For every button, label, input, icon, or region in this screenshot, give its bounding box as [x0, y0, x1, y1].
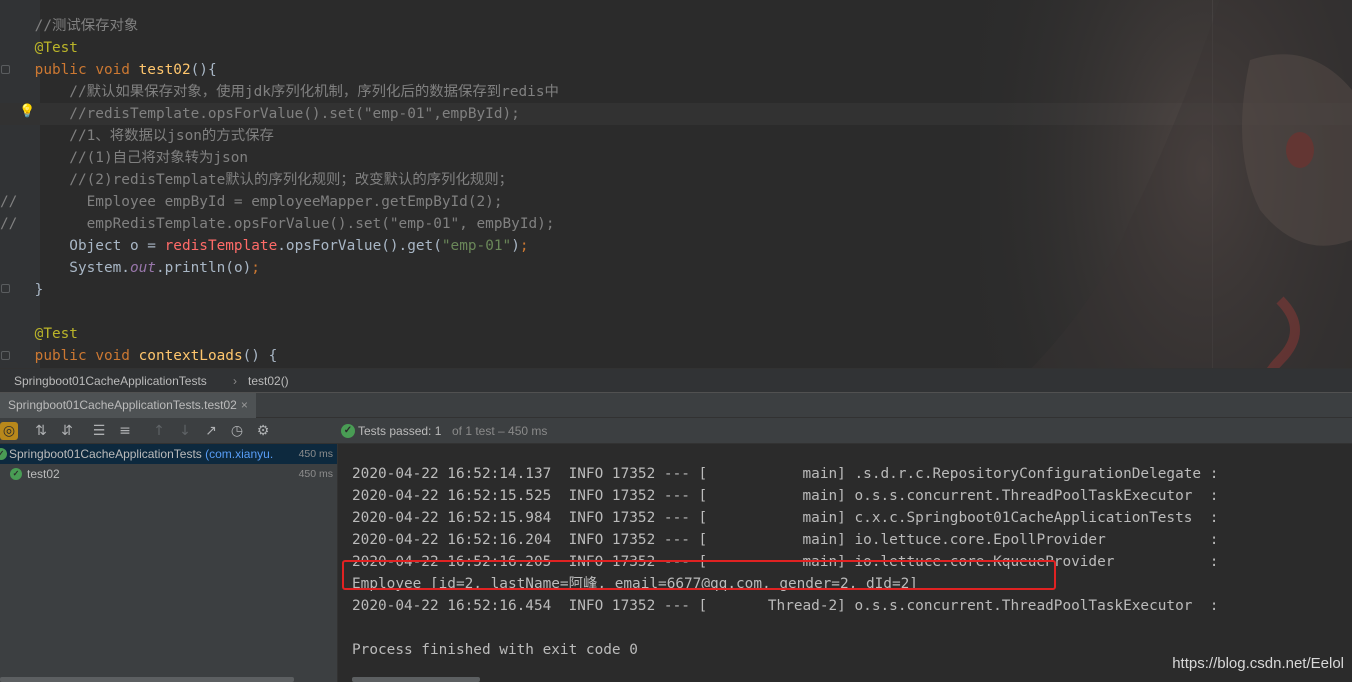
code-token: void: [95, 62, 139, 78]
code-token: @Test: [0, 40, 78, 56]
code-line[interactable]: @Test: [0, 37, 78, 59]
console-output[interactable]: 2020-04-22 16:52:14.137 INFO 17352 --- […: [338, 444, 1352, 682]
test-class-package: (com.xianyu.: [205, 447, 274, 461]
breadcrumb-class[interactable]: Springboot01CacheApplicationTests: [14, 369, 207, 393]
horizontal-scrollbar[interactable]: [0, 677, 294, 682]
code-token: //测试保存对象: [0, 18, 139, 34]
code-token: public: [0, 348, 96, 364]
horizontal-scrollbar[interactable]: [352, 677, 480, 682]
code-token: (){: [190, 62, 217, 78]
sort-alphabetically-icon[interactable]: ⇅: [32, 422, 50, 440]
breadcrumb-separator: ›: [233, 374, 237, 388]
console-line: 2020-04-22 16:52:16.454 INFO 17352 --- […: [352, 598, 1219, 614]
next-failed-test-icon[interactable]: ↓: [176, 422, 194, 440]
code-token: //(2)redisTemplate默认的序列化规则；改变默认的序列化规则；: [0, 172, 514, 188]
console-line: Process finished with exit code 0: [352, 642, 638, 658]
console-line: 2020-04-22 16:52:15.984 INFO 17352 --- […: [352, 510, 1219, 526]
code-line[interactable]: //测试保存对象: [0, 15, 139, 37]
tests-passed-text: Tests passed: 1: [358, 424, 442, 438]
code-token: Object o =: [0, 238, 165, 254]
code-token: //默认如果保存对象，使用jdk序列化机制，序列化后的数据保存到redis中: [0, 84, 559, 100]
code-token: void: [95, 348, 139, 364]
code-line[interactable]: Object o = redisTemplate.opsForValue().g…: [0, 235, 529, 257]
run-toolbar: ◎ ⇅ ⇵ ☰ ≡ ↑ ↓ ↗ ◷ ⚙: [0, 418, 338, 444]
watermark-text: https://blog.csdn.net/Eelol: [1172, 655, 1344, 672]
code-token: contextLoads: [138, 348, 243, 364]
code-line[interactable]: System.out.println(o);: [0, 257, 260, 279]
expand-all-icon[interactable]: ☰: [90, 422, 108, 440]
code-token: //redisTemplate.opsForValue().set("emp-0…: [0, 106, 520, 122]
code-line[interactable]: public void test02(){: [0, 59, 217, 81]
history-icon[interactable]: ◷: [228, 422, 246, 440]
run-tab-label: Springboot01CacheApplicationTests.test02: [8, 398, 237, 412]
code-token: out: [129, 260, 156, 276]
code-token: redisTemplate: [164, 238, 278, 254]
collapse-all-icon[interactable]: ≡: [116, 422, 134, 440]
code-token: }: [0, 282, 44, 298]
show-passed-toggle-icon[interactable]: ◎: [0, 422, 18, 440]
highlight-annotation-box: [342, 560, 1056, 590]
code-token: // Employee empById = employeeMapper.get…: [0, 194, 503, 210]
test-tree[interactable]: ✓ Springboot01CacheApplicationTests (com…: [0, 444, 338, 682]
code-line[interactable]: }: [0, 279, 44, 301]
code-line[interactable]: //1、将数据以json的方式保存: [0, 125, 274, 147]
run-tab[interactable]: Springboot01CacheApplicationTests.test02…: [0, 393, 256, 418]
test-status-bar: ✓ Tests passed: 1 of 1 test – 450 ms: [338, 418, 1352, 444]
tests-passed-count: 1: [434, 424, 442, 438]
tree-item-test-class[interactable]: ✓ Springboot01CacheApplicationTests (com…: [0, 444, 337, 464]
previous-failed-test-icon[interactable]: ↑: [150, 422, 168, 440]
code-line[interactable]: //redisTemplate.opsForValue().set("emp-0…: [0, 103, 1352, 125]
code-token: ): [511, 238, 520, 254]
passed-check-icon: ✓: [341, 424, 355, 438]
right-margin-guide: [1212, 0, 1213, 368]
code-line[interactable]: // empRedisTemplate.opsForValue().set("e…: [0, 213, 555, 235]
export-icon[interactable]: ↗: [202, 422, 220, 440]
test-class-name: Springboot01CacheApplicationTests: [9, 447, 202, 461]
close-icon[interactable]: ×: [241, 398, 248, 412]
test-duration: 450 ms: [298, 468, 333, 480]
code-token: ;: [519, 238, 529, 254]
test-duration: 450 ms: [298, 448, 333, 460]
sort-by-duration-icon[interactable]: ⇵: [58, 422, 76, 440]
test-method-name: test02: [27, 467, 60, 481]
code-token: test02: [138, 62, 191, 78]
code-token: ;: [251, 260, 260, 276]
console-line: 2020-04-22 16:52:14.137 INFO 17352 --- […: [352, 466, 1219, 482]
breadcrumb: Springboot01CacheApplicationTests › test…: [0, 368, 1352, 392]
code-line[interactable]: // Employee empById = employeeMapper.get…: [0, 191, 503, 213]
passed-check-icon: ✓: [10, 468, 22, 480]
code-token: () {: [242, 348, 278, 364]
code-token: //1、将数据以json的方式保存: [0, 128, 274, 144]
code-editor[interactable]: //测试保存对象 @Test public void test02(){ //默…: [0, 0, 1352, 368]
code-token: public: [0, 62, 96, 78]
code-line[interactable]: //(1)自己将对象转为json: [0, 147, 248, 169]
code-token: System.: [0, 260, 130, 276]
code-line[interactable]: public void contextLoads() {: [0, 345, 278, 367]
code-token: "emp-01": [441, 238, 512, 254]
console-line: 2020-04-22 16:52:15.525 INFO 17352 --- […: [352, 488, 1219, 504]
tree-item-test-method[interactable]: ✓ test02 450 ms: [0, 464, 337, 484]
code-line[interactable]: @Test: [0, 323, 78, 345]
code-token: //(1)自己将对象转为json: [0, 150, 249, 166]
code-token: // empRedisTemplate.opsForValue().set("e…: [0, 216, 555, 232]
passed-check-icon: ✓: [0, 448, 7, 460]
settings-gear-icon[interactable]: ⚙: [254, 422, 272, 440]
breadcrumb-method[interactable]: test02(): [248, 369, 289, 393]
lightbulb-icon[interactable]: 💡: [19, 104, 35, 119]
code-token: @Test: [0, 326, 78, 342]
code-token: .opsForValue().get(: [277, 238, 442, 254]
code-line[interactable]: //(2)redisTemplate默认的序列化规则；改变默认的序列化规则；: [0, 169, 513, 191]
code-line[interactable]: //默认如果保存对象，使用jdk序列化机制，序列化后的数据保存到redis中: [0, 81, 559, 103]
run-tab-bar: Springboot01CacheApplicationTests.test02…: [0, 392, 1352, 418]
code-token: .println(o): [155, 260, 252, 276]
tests-summary-text: of 1 test – 450 ms: [452, 424, 548, 438]
console-line: 2020-04-22 16:52:16.204 INFO 17352 --- […: [352, 532, 1219, 548]
